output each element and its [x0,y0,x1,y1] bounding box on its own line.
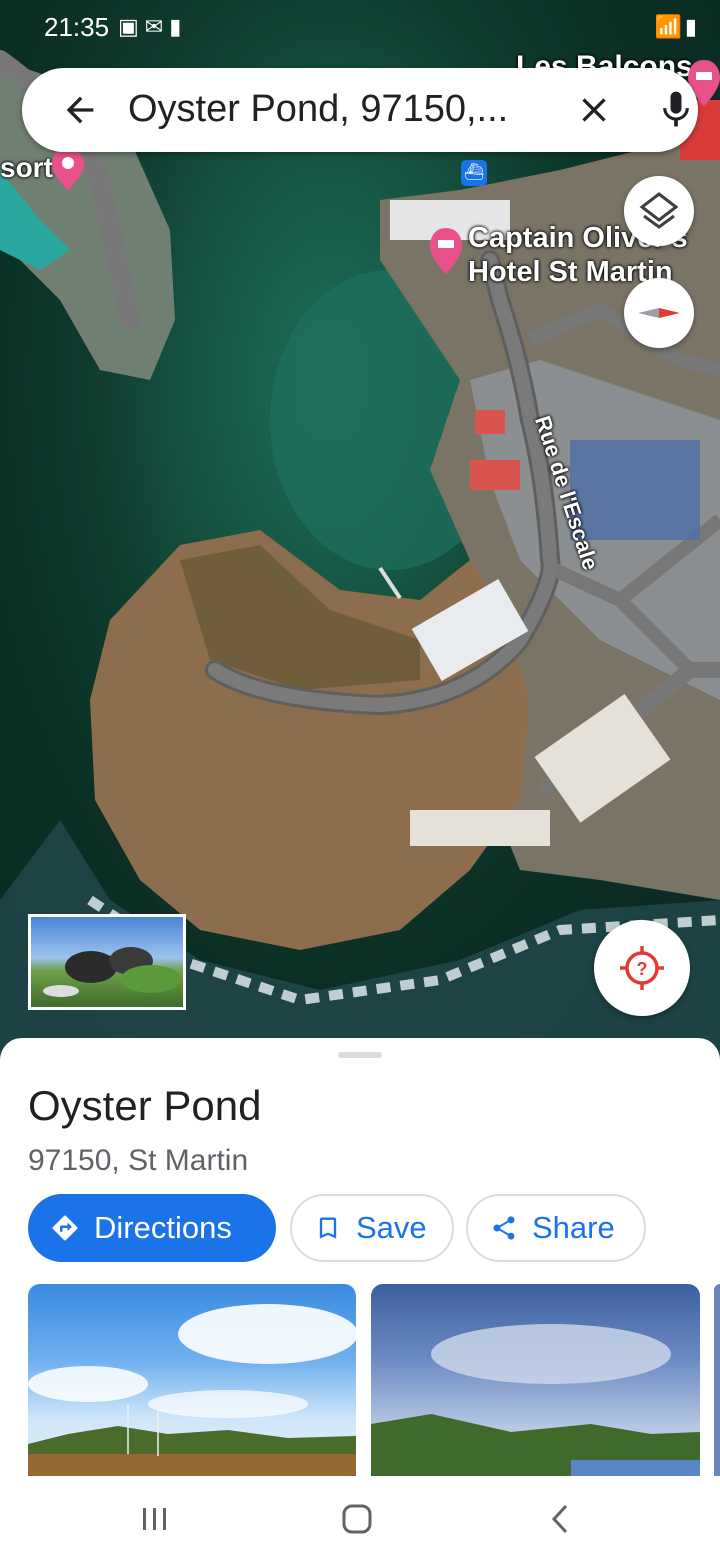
map-label-resort[interactable]: sort [0,152,53,184]
place-bottom-sheet[interactable]: Oyster Pond 97150, St Martin Directions … [0,1038,720,1560]
status-time: 21:35 [44,12,110,42]
svg-text:?: ? [637,959,648,979]
status-system-icons: 📶▮ [654,14,700,39]
close-icon[interactable] [574,90,614,130]
map-view[interactable]: sort Les Balcons ⛴ Captain Oliver's Hote… [0,0,720,1060]
harbor-photo [28,1304,356,1476]
satellite-imagery [0,50,720,1060]
bay-photo [371,1324,700,1476]
place-photo-1[interactable] [28,1284,356,1476]
my-location-button[interactable]: ? [594,920,690,1016]
back-nav-icon[interactable] [544,1502,578,1536]
place-photo-2[interactable] [371,1284,700,1476]
search-query[interactable]: Oyster Pond, 97150,... [128,88,558,131]
share-button[interactable]: Share [466,1194,646,1262]
recent-apps-icon[interactable] [138,1502,172,1536]
compass-icon [638,308,680,318]
share-label: Share [532,1210,615,1245]
drag-handle[interactable] [338,1052,382,1058]
directions-button[interactable]: Directions [28,1194,276,1262]
compass-button[interactable] [624,278,694,348]
place-photo-3-edge[interactable] [714,1284,720,1476]
ferry-icon[interactable]: ⛴ [461,160,487,186]
save-label: Save [356,1210,427,1245]
status-bar: 21:35 ▣✉▮ 📶▮ [0,0,720,54]
resort-pin-icon[interactable] [50,146,86,197]
bookmark-icon [319,1217,337,1239]
layers-icon [639,192,679,229]
hotel-pin-icon-captain-olivers[interactable] [428,226,464,281]
place-title: Oyster Pond [28,1082,262,1129]
home-icon[interactable] [340,1502,374,1536]
save-button[interactable]: Save [290,1194,454,1262]
place-address: 97150, St Martin [28,1144,249,1177]
directions-label: Directions [94,1210,232,1245]
share-icon [493,1216,515,1240]
directions-icon [52,1215,78,1241]
notification-icons: ▣✉▮ [118,14,188,39]
android-nav-bar [0,1476,720,1560]
location-unknown-icon: ? [620,946,664,990]
microphone-icon[interactable] [654,88,698,132]
layers-button[interactable] [624,176,694,246]
street-view-photo [43,947,181,997]
search-bar[interactable]: Oyster Pond, 97150,... [22,68,698,152]
street-view-thumbnail[interactable] [28,914,186,1010]
back-arrow-icon[interactable] [60,90,100,130]
